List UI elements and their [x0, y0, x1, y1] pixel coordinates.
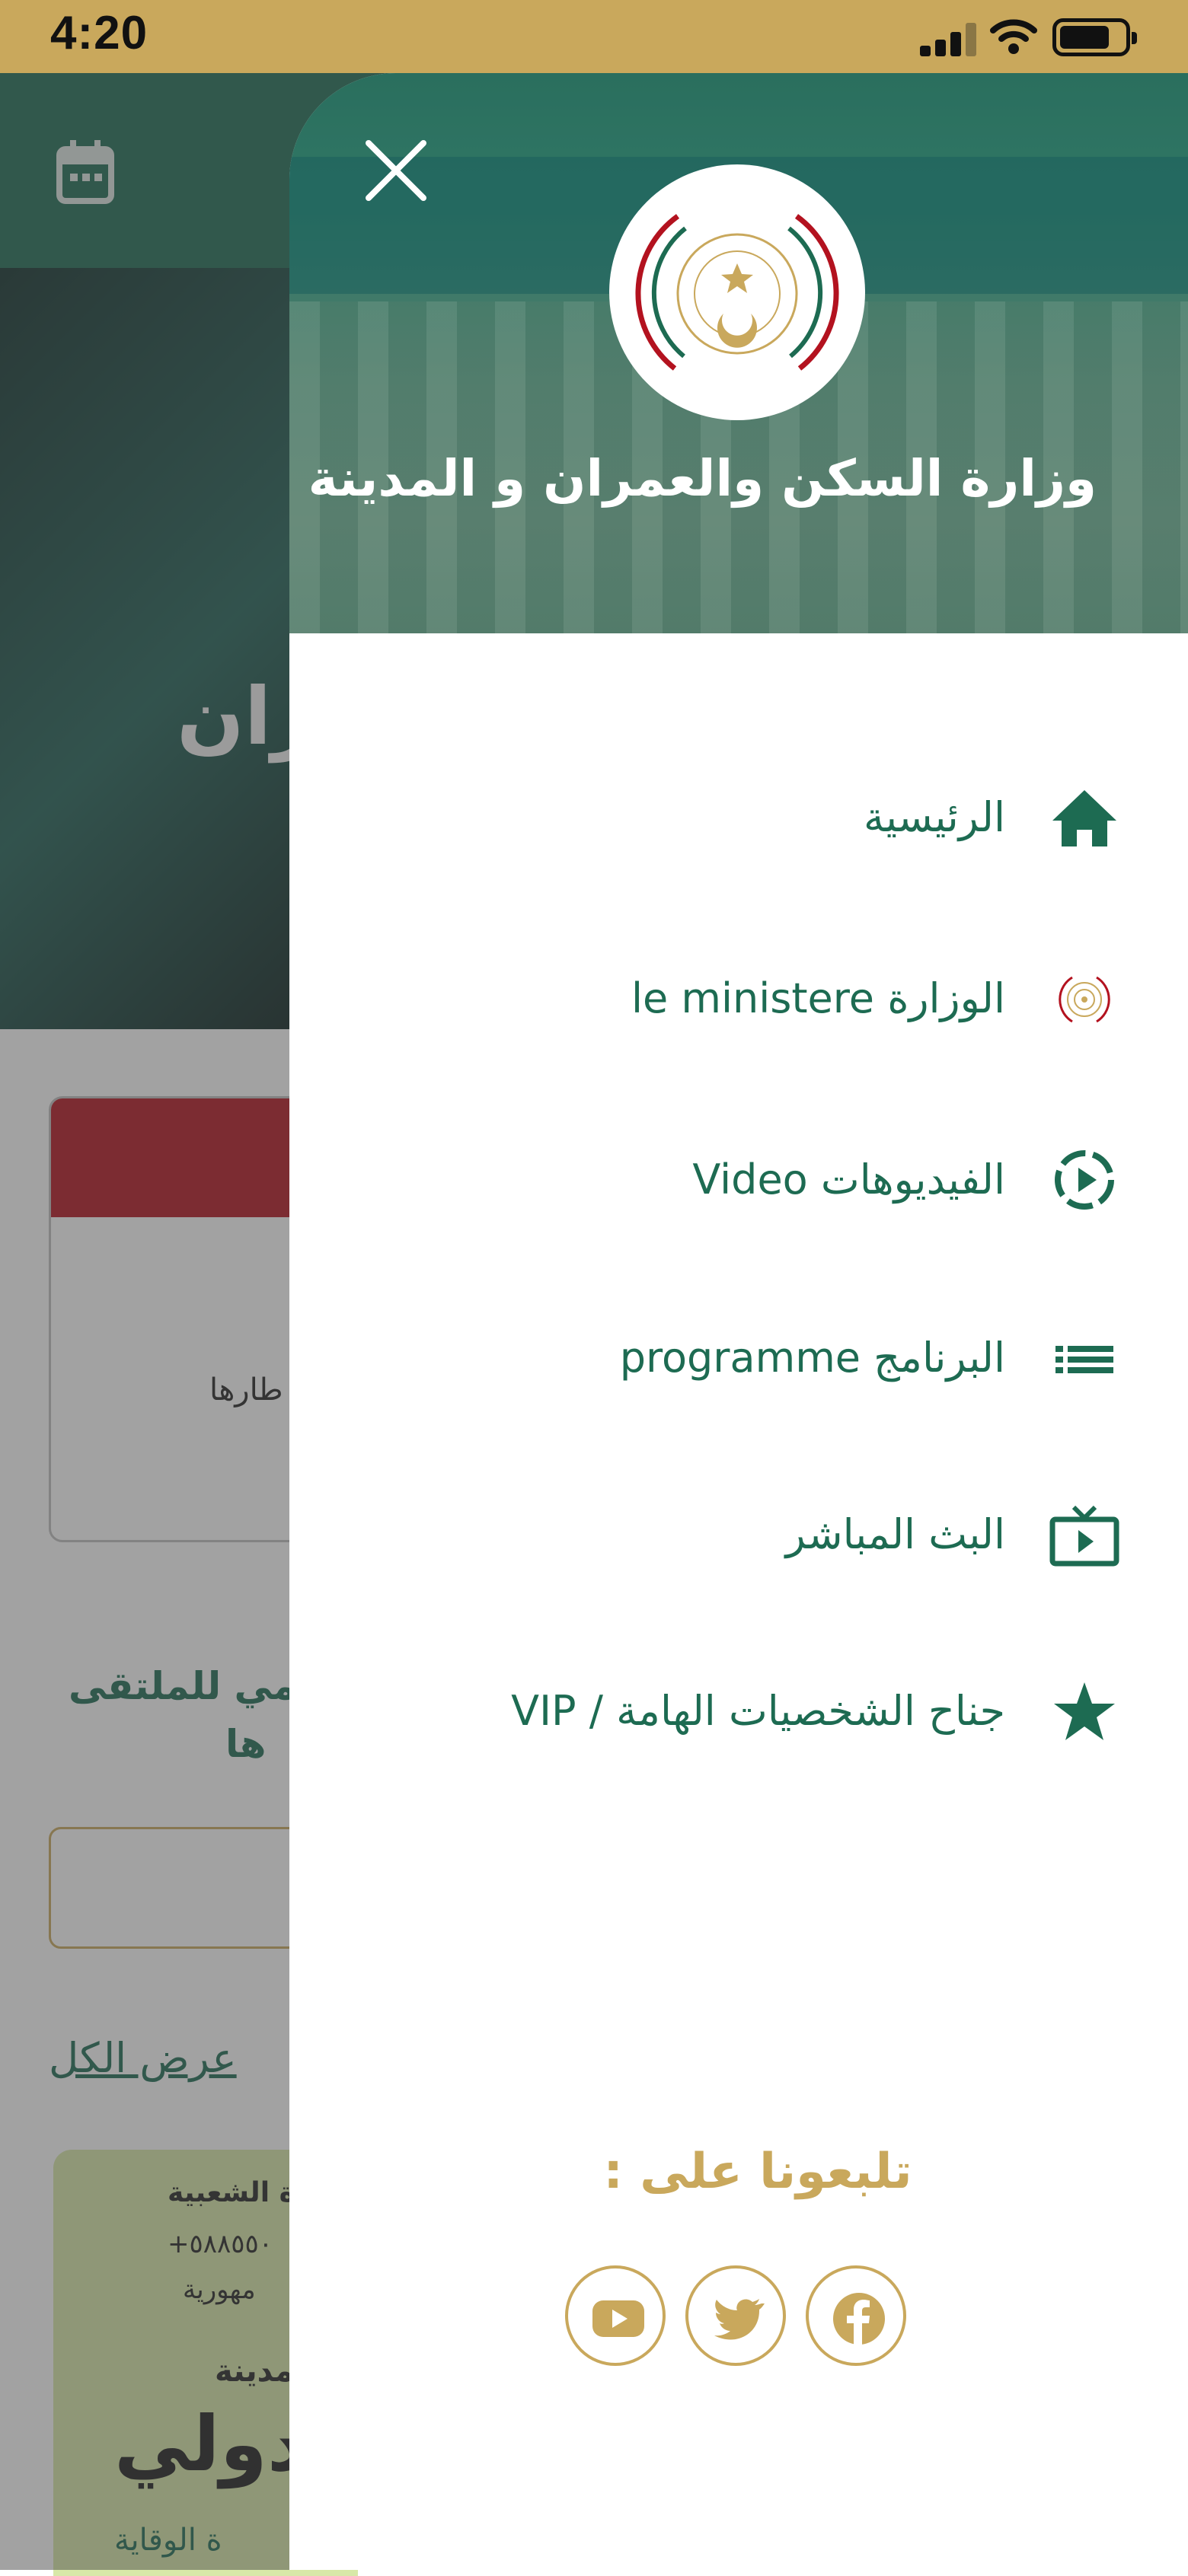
list-icon	[1055, 1346, 1113, 1373]
wifi-icon	[990, 19, 1037, 54]
menu-item-label: الفيديوهات Video	[692, 1156, 1005, 1204]
navigation-drawer: وزارة السكن والعمران و المدينة الرئيسية …	[289, 73, 1188, 2570]
menu-item-videos[interactable]: الفيديوهات Video	[289, 1119, 1188, 1241]
menu-item-programme[interactable]: البرنامج programme	[289, 1297, 1188, 1419]
live-tv-icon	[1049, 1505, 1119, 1567]
close-icon[interactable]	[364, 139, 428, 202]
ministry-seal-icon	[635, 214, 839, 371]
menu-item-label: البرنامج programme	[619, 1334, 1005, 1382]
ministry-title: وزارة السكن والعمران و المدينة	[308, 449, 1097, 508]
menu-item-live[interactable]: البث المباشر	[289, 1474, 1188, 1596]
twitter-icon	[714, 2299, 765, 2340]
menu-item-vip[interactable]: جناح الشخصيات الهامة / VIP	[289, 1650, 1188, 1772]
facebook-icon	[833, 2293, 885, 2345]
menu-item-label: جناح الشخصيات الهامة / VIP	[511, 1687, 1005, 1735]
menu-item-ministry[interactable]: le ministere الوزارة	[289, 938, 1188, 1060]
drawer-header: وزارة السكن والعمران و المدينة	[289, 73, 1188, 633]
ministry-logo	[609, 164, 865, 420]
youtube-icon	[592, 2300, 644, 2337]
signal-icon	[920, 23, 981, 56]
play-circle-icon	[1055, 1150, 1114, 1210]
menu-item-label: البث المباشر	[785, 1510, 1005, 1558]
ministry-seal-icon	[1059, 976, 1110, 1023]
status-bar: 4:20	[0, 0, 1188, 73]
youtube-button[interactable]	[565, 2265, 666, 2366]
star-icon	[1054, 1682, 1115, 1740]
status-time: 4:20	[50, 7, 148, 59]
home-icon	[1052, 790, 1116, 846]
battery-icon	[1052, 18, 1137, 56]
twitter-button[interactable]	[685, 2265, 786, 2366]
follow-us-label: تلبعونا على :	[603, 2144, 912, 2200]
menu-item-label: le ministere الوزارة	[631, 974, 1005, 1022]
facebook-button[interactable]	[806, 2265, 906, 2366]
menu-item-home[interactable]: الرئيسية	[289, 757, 1188, 878]
menu-item-label: الرئيسية	[864, 793, 1005, 841]
